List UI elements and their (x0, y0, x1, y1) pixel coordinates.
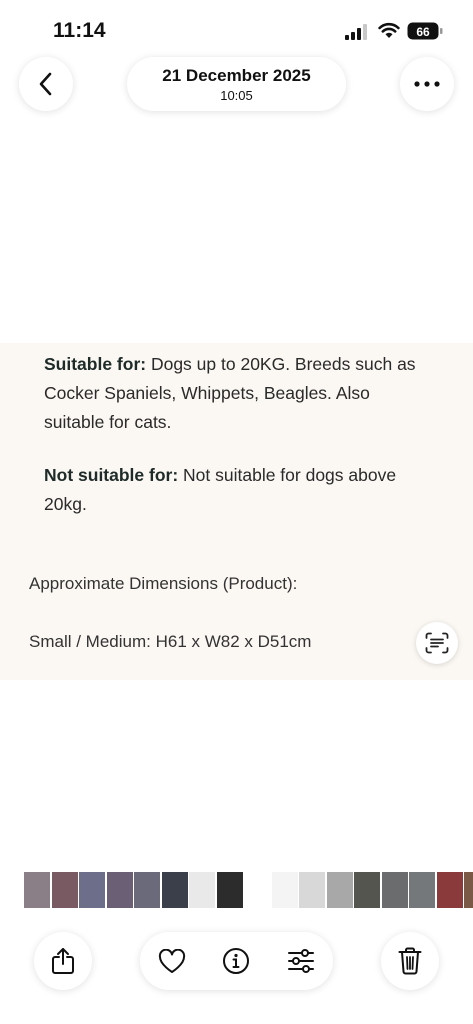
not-suitable-text: Not suitable for: Not suitable for dogs … (44, 461, 434, 519)
photo-viewer[interactable]: Suitable for: Dogs up to 20KG. Breeds su… (0, 343, 473, 680)
thumbnail[interactable] (189, 872, 215, 908)
favorite-button[interactable] (157, 946, 187, 976)
thumbnail[interactable] (161, 872, 188, 908)
thumbnail[interactable] (381, 872, 408, 908)
thumbnail[interactable] (216, 872, 243, 908)
photo-time: 10:05 (220, 88, 253, 103)
thumbnail[interactable] (299, 872, 325, 908)
photo-date: 21 December 2025 (162, 66, 311, 85)
battery-icon: 66 (407, 22, 443, 40)
thumbnail[interactable] (464, 872, 473, 908)
thumbnail[interactable] (326, 872, 353, 908)
trash-icon (398, 947, 422, 975)
ellipsis-icon (414, 81, 440, 87)
dimensions-label: Approximate Dimensions (Product): (29, 574, 298, 593)
thumbnail[interactable] (436, 872, 463, 908)
live-text-button[interactable] (416, 622, 458, 664)
back-button[interactable] (19, 57, 73, 111)
thumbnail[interactable] (106, 872, 133, 908)
info-icon (223, 948, 249, 974)
delete-button[interactable] (381, 932, 439, 990)
heart-icon (158, 948, 186, 973)
cellular-signal-icon (345, 24, 367, 40)
share-icon (52, 948, 74, 974)
thumbnail[interactable] (24, 872, 50, 908)
not-suitable-label: Not suitable for: (44, 465, 179, 485)
photo-actions (140, 932, 333, 990)
thumbnail-strip[interactable] (0, 872, 473, 908)
dimensions-value: Small / Medium: H61 x W82 x D51cm (29, 632, 312, 651)
wifi-icon (378, 22, 400, 38)
info-button[interactable] (221, 946, 251, 976)
thumbnail[interactable] (354, 872, 380, 908)
sliders-icon (288, 949, 314, 973)
status-bar: 11:14 66 (0, 0, 473, 56)
chevron-left-icon (39, 72, 52, 96)
date-title[interactable]: 21 December 2025 10:05 (127, 57, 346, 111)
live-text-icon (425, 632, 449, 654)
suitable-for-text: Suitable for: Dogs up to 20KG. Breeds su… (44, 350, 434, 437)
battery-level: 66 (416, 25, 430, 39)
thumbnail[interactable] (134, 872, 160, 908)
thumbnail[interactable] (51, 872, 78, 908)
status-time: 11:14 (53, 19, 106, 42)
adjust-button[interactable] (286, 946, 316, 976)
thumbnail[interactable] (79, 872, 105, 908)
more-button[interactable] (400, 57, 454, 111)
suitable-for-label: Suitable for: (44, 354, 147, 374)
share-button[interactable] (34, 932, 92, 990)
thumbnail[interactable] (244, 872, 270, 908)
thumbnail[interactable] (271, 872, 298, 908)
thumbnail[interactable] (409, 872, 435, 908)
